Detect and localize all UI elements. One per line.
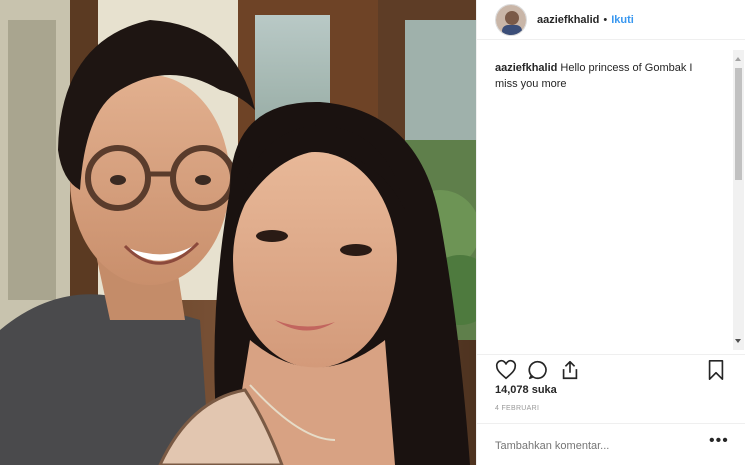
avatar-icon bbox=[496, 4, 526, 35]
post-header: aaziefkhalid • Ikuti bbox=[477, 0, 745, 40]
add-comment-bar: ••• bbox=[477, 423, 745, 465]
header-username[interactable]: aaziefkhalid bbox=[537, 14, 599, 26]
post-date: 4 FEBRUARI bbox=[495, 405, 540, 412]
scroll-down-icon[interactable] bbox=[735, 339, 741, 343]
selfie-image bbox=[0, 0, 476, 465]
more-options-icon[interactable]: ••• bbox=[709, 433, 729, 452]
caption-username[interactable]: aaziefkhalid bbox=[495, 62, 557, 74]
scrollbar-thumb[interactable] bbox=[735, 68, 742, 180]
comments-scrollbar[interactable] bbox=[733, 50, 744, 350]
share-icon[interactable] bbox=[559, 359, 581, 381]
post-sidebar: aaziefkhalid • Ikuti aaziefkhalid Hello … bbox=[476, 0, 745, 465]
avatar[interactable] bbox=[495, 3, 527, 36]
comment-input[interactable] bbox=[495, 438, 695, 454]
heart-icon[interactable] bbox=[495, 359, 517, 381]
post-photo[interactable] bbox=[0, 0, 476, 465]
bookmark-icon[interactable] bbox=[705, 359, 727, 381]
comment-bubble-icon[interactable] bbox=[527, 359, 549, 381]
scroll-up-icon[interactable] bbox=[735, 57, 741, 61]
comments-section: aaziefkhalid Hello princess of Gombak I … bbox=[477, 50, 732, 350]
post-actions bbox=[477, 354, 745, 380]
caption: aaziefkhalid Hello princess of Gombak I … bbox=[495, 60, 714, 92]
likes-count[interactable]: 14,078 suka bbox=[495, 384, 557, 396]
header-separator: • bbox=[603, 13, 608, 26]
follow-button[interactable]: Ikuti bbox=[611, 14, 634, 26]
